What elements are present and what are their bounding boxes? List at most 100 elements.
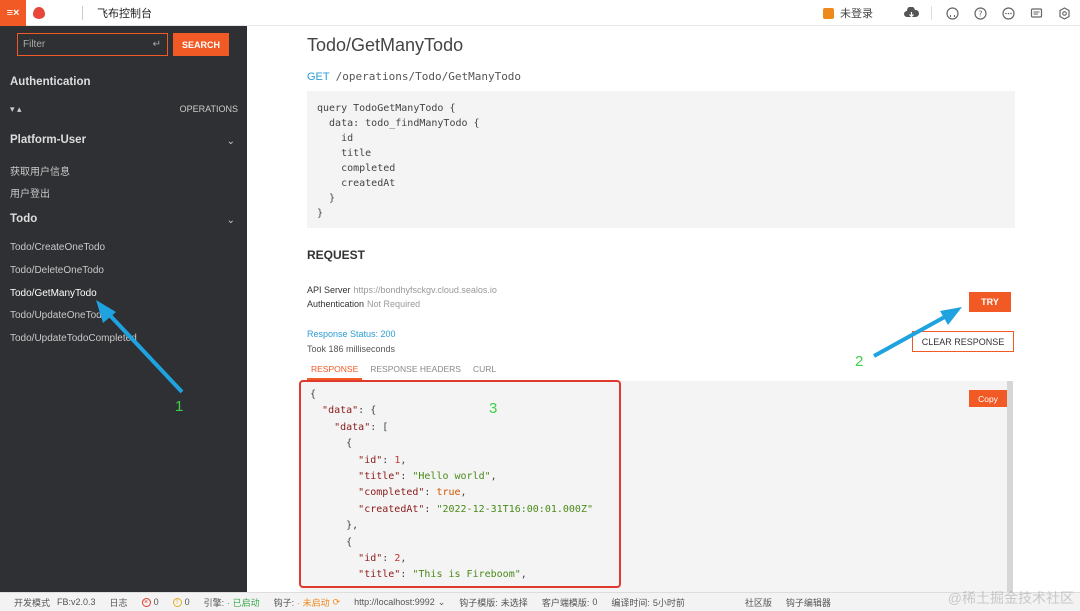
sidebar-item-delete-one-todo[interactable]: Todo/DeleteOneTodo — [10, 265, 104, 276]
log-button[interactable]: 日志 — [110, 596, 128, 609]
watermark: @稀土掘金技术社区 — [947, 590, 1074, 606]
sidebar-group-platform-user[interactable]: Platform-User — [10, 134, 86, 146]
operations-row: ▾ ▴ OPERATIONS — [10, 104, 238, 115]
app-title: 飞布控制台 — [97, 7, 152, 20]
response-tabs: RESPONSE RESPONSE HEADERS CURL — [307, 364, 504, 380]
github-icon[interactable] — [944, 5, 960, 21]
filter-placeholder: Filter — [23, 39, 46, 50]
warning-icon: ! — [172, 597, 182, 607]
endpoint-path: /operations/Todo/GetManyTodo — [335, 70, 522, 83]
error-count[interactable]: × 0 — [141, 597, 159, 607]
app-window: ≡× 飞布控制台 未登录 ? Filter ↵ SEARCH Authentic… — [0, 0, 1080, 611]
chevron-down-icon[interactable]: ⌄ — [227, 136, 235, 147]
mode-label: 开发模式 — [14, 597, 51, 608]
help-icon[interactable]: ? — [972, 5, 988, 21]
copy-button[interactable]: Copy — [969, 390, 1007, 407]
response-status: Response Status: 200 — [307, 329, 396, 339]
log-label: 日志 — [109, 597, 128, 608]
chevron-down-icon[interactable]: ⌄ — [227, 215, 235, 226]
try-button[interactable]: TRY — [969, 292, 1011, 312]
hook-status: 钩子: · 未启动 ⟳ — [274, 596, 341, 609]
authentication-row: Authentication Not Required — [307, 299, 420, 309]
sidebar-item-get-user-info[interactable]: 获取用户信息 — [10, 163, 70, 178]
operations-label: OPERATIONS — [179, 104, 238, 114]
tab-response[interactable]: RESPONSE — [307, 364, 363, 380]
divider — [82, 5, 83, 20]
error-count-value: 0 — [153, 597, 159, 607]
message-icon[interactable] — [1028, 5, 1044, 21]
annotation-label-2: 2 — [855, 353, 864, 370]
filter-row: Filter ↵ SEARCH — [17, 33, 229, 56]
compile-value: 5小时前 — [652, 597, 685, 608]
annotation-label-1: 1 — [175, 398, 184, 415]
hook-template-value: 未选择 — [500, 597, 528, 608]
client-template[interactable]: 客户端模版: 0 — [542, 596, 598, 609]
hook-status-value: · 未启动 — [297, 597, 330, 608]
hook-editor[interactable]: 钩子编辑器 — [786, 596, 831, 609]
hook-template[interactable]: 钩子模版: 未选择 — [459, 596, 528, 609]
sidebar-item-update-one-todo[interactable]: Todo/UpdateOneTodo — [10, 310, 107, 321]
response-scrollbar[interactable] — [1007, 381, 1013, 592]
sidebar-item-create-one-todo[interactable]: Todo/CreateOneTodo — [10, 242, 105, 253]
enter-icon: ↵ — [152, 39, 161, 50]
svg-text:?: ? — [978, 9, 982, 18]
sidebar-section-authentication[interactable]: Authentication — [10, 76, 91, 88]
sidebar-item-user-logout[interactable]: 用户登出 — [10, 185, 50, 200]
mode-indicator: 开发模式 FB:v2.0.3 — [14, 596, 96, 609]
engine-status: 引擎: · 已启动 — [204, 596, 260, 609]
sort-down-icon[interactable]: ▾ — [10, 104, 15, 114]
authentication-label: Authentication — [307, 299, 365, 309]
hook-url-value: http://localhost:9992 — [354, 597, 435, 607]
hook-editor-label: 钩子编辑器 — [785, 597, 831, 608]
top-right-actions: 未登录 ? — [823, 0, 1072, 26]
error-icon: × — [141, 597, 151, 607]
annotation-label-3: 3 — [489, 400, 498, 417]
warning-count[interactable]: ! 0 — [172, 597, 190, 607]
sidebar: Filter ↵ SEARCH Authentication ▾ ▴ OPERA… — [0, 26, 247, 592]
search-button[interactable]: SEARCH — [173, 33, 229, 56]
community-edition[interactable]: 社区版 — [745, 596, 772, 609]
fireboom-logo — [26, 0, 52, 26]
engine-status-value: · 已启动 — [227, 597, 260, 608]
community-label: 社区版 — [744, 597, 772, 608]
authentication-value: Not Required — [367, 299, 421, 309]
divider — [931, 6, 932, 20]
client-template-value: 0 — [592, 597, 598, 607]
chevron-down-icon: ⌄ — [437, 596, 446, 607]
top-bar: ≡× 飞布控制台 未登录 ? — [0, 0, 1080, 26]
page-title: Todo/GetManyTodo — [307, 35, 464, 55]
warning-count-value: 0 — [184, 597, 190, 607]
hook-label: 钩子: — [273, 597, 295, 608]
api-server-label: API Server — [307, 285, 351, 295]
sidebar-item-get-many-todo[interactable]: Todo/GetManyTodo — [10, 288, 97, 299]
login-status[interactable]: 未登录 — [823, 5, 873, 21]
tab-response-headers[interactable]: RESPONSE HEADERS — [366, 364, 465, 380]
settings-icon[interactable] — [1056, 5, 1072, 21]
sort-arrows[interactable]: ▾ ▴ — [10, 104, 22, 115]
refresh-icon[interactable]: ⟳ — [333, 597, 341, 608]
api-server-value: https://bondhyfsckgv.cloud.sealos.io — [353, 285, 497, 295]
compile-time: 编译时间: 5小时前 — [611, 596, 685, 609]
engine-label: 引擎: — [203, 597, 225, 608]
graphql-query: query TodoGetManyTodo { data: todo_findM… — [307, 91, 1015, 228]
client-template-label: 客户端模版: — [541, 597, 590, 608]
http-method: GET — [307, 71, 330, 83]
compile-label: 编译时间: — [611, 597, 650, 608]
clear-response-button[interactable]: CLEAR RESPONSE — [912, 331, 1014, 352]
annotation-box-3 — [299, 380, 621, 588]
api-server-row: API Server https://bondhyfsckgv.cloud.sea… — [307, 285, 497, 295]
hook-url[interactable]: http://localhost:9992 ⌄ — [354, 597, 445, 608]
response-time: Took 186 milliseconds — [307, 344, 396, 354]
tab-curl[interactable]: CURL — [469, 364, 500, 380]
menu-close-icon[interactable]: ≡× — [0, 0, 26, 26]
login-badge-icon — [823, 7, 834, 19]
cloud-download-icon[interactable] — [903, 5, 919, 21]
endpoint: GET/operations/Todo/GetManyTodo — [307, 70, 521, 83]
chat-icon[interactable] — [1000, 5, 1016, 21]
status-bar: 开发模式 FB:v2.0.3 日志 × 0 ! 0 引擎: · 已启动 钩子: · 未启… — [0, 592, 1080, 611]
version-label: FB:v2.0.3 — [57, 597, 96, 607]
sidebar-group-todo[interactable]: Todo — [10, 213, 37, 225]
sidebar-item-update-todo-completed[interactable]: Todo/UpdateTodoCompleted — [10, 333, 137, 344]
sort-up-icon[interactable]: ▴ — [17, 104, 22, 114]
filter-input[interactable]: Filter ↵ — [17, 33, 168, 56]
